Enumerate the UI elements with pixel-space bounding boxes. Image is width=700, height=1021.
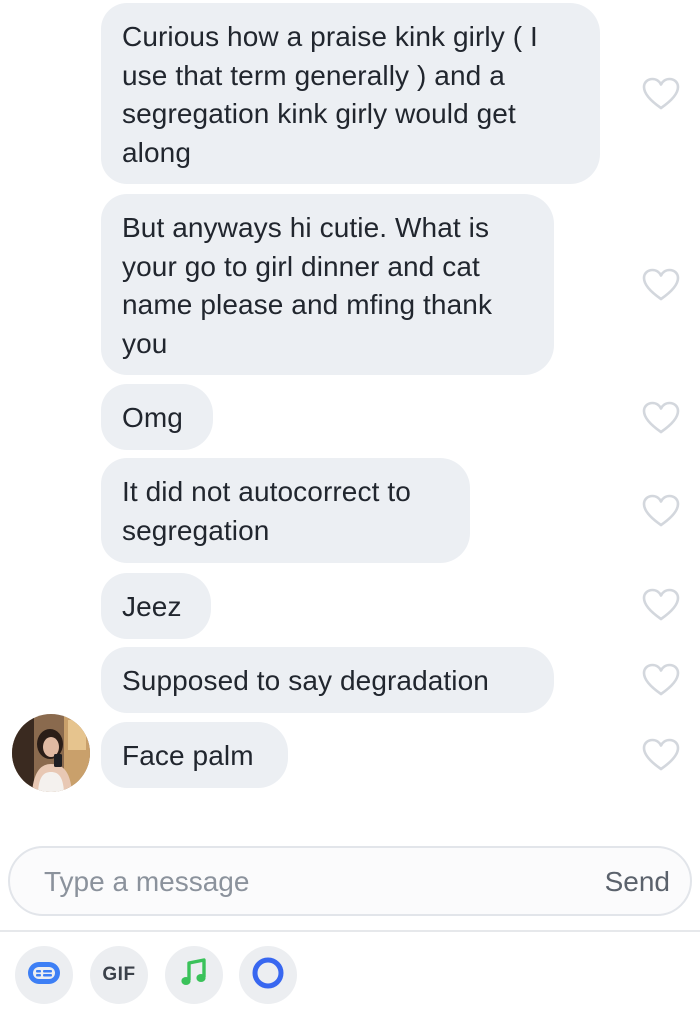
message-composer: Send: [8, 846, 692, 916]
message-text: But anyways hi cutie. What is your go to…: [122, 212, 493, 359]
message-input[interactable]: [44, 862, 544, 902]
message-bubble-4: It did not autocorrect to segregation: [101, 458, 470, 563]
message-text: Supposed to say degradation: [122, 665, 489, 696]
heart-icon[interactable]: [642, 268, 680, 302]
gif-button[interactable]: GIF: [90, 946, 148, 1004]
message-text: It did not autocorrect to segregation: [122, 476, 411, 546]
music-note-icon: [180, 957, 208, 993]
message-text: Curious how a praise kink girly ( I use …: [122, 21, 538, 168]
heart-icon[interactable]: [642, 401, 680, 435]
heart-icon[interactable]: [642, 588, 680, 622]
heart-icon[interactable]: [642, 494, 680, 528]
message-bubble-1: Curious how a praise kink girly ( I use …: [101, 3, 600, 184]
ring-button[interactable]: [239, 946, 297, 1004]
message-bubble-7: Face palm: [101, 722, 288, 788]
send-button[interactable]: Send: [605, 864, 670, 900]
sticker-button[interactable]: [15, 946, 73, 1004]
message-text: Face palm: [122, 740, 254, 771]
message-bubble-3: Omg: [101, 384, 213, 450]
ring-icon: [251, 956, 285, 995]
divider: [0, 930, 700, 932]
message-bubble-6: Supposed to say degradation: [101, 647, 554, 713]
heart-icon[interactable]: [642, 77, 680, 111]
music-button[interactable]: [165, 946, 223, 1004]
message-text: Omg: [122, 402, 183, 433]
gif-icon: GIF: [102, 964, 136, 985]
heart-icon[interactable]: [642, 663, 680, 697]
message-text: Jeez: [122, 591, 182, 622]
message-bubble-5: Jeez: [101, 573, 211, 639]
sticker-icon: [27, 961, 61, 990]
avatar[interactable]: [12, 714, 90, 792]
message-bubble-2: But anyways hi cutie. What is your go to…: [101, 194, 554, 375]
heart-icon[interactable]: [642, 738, 680, 772]
